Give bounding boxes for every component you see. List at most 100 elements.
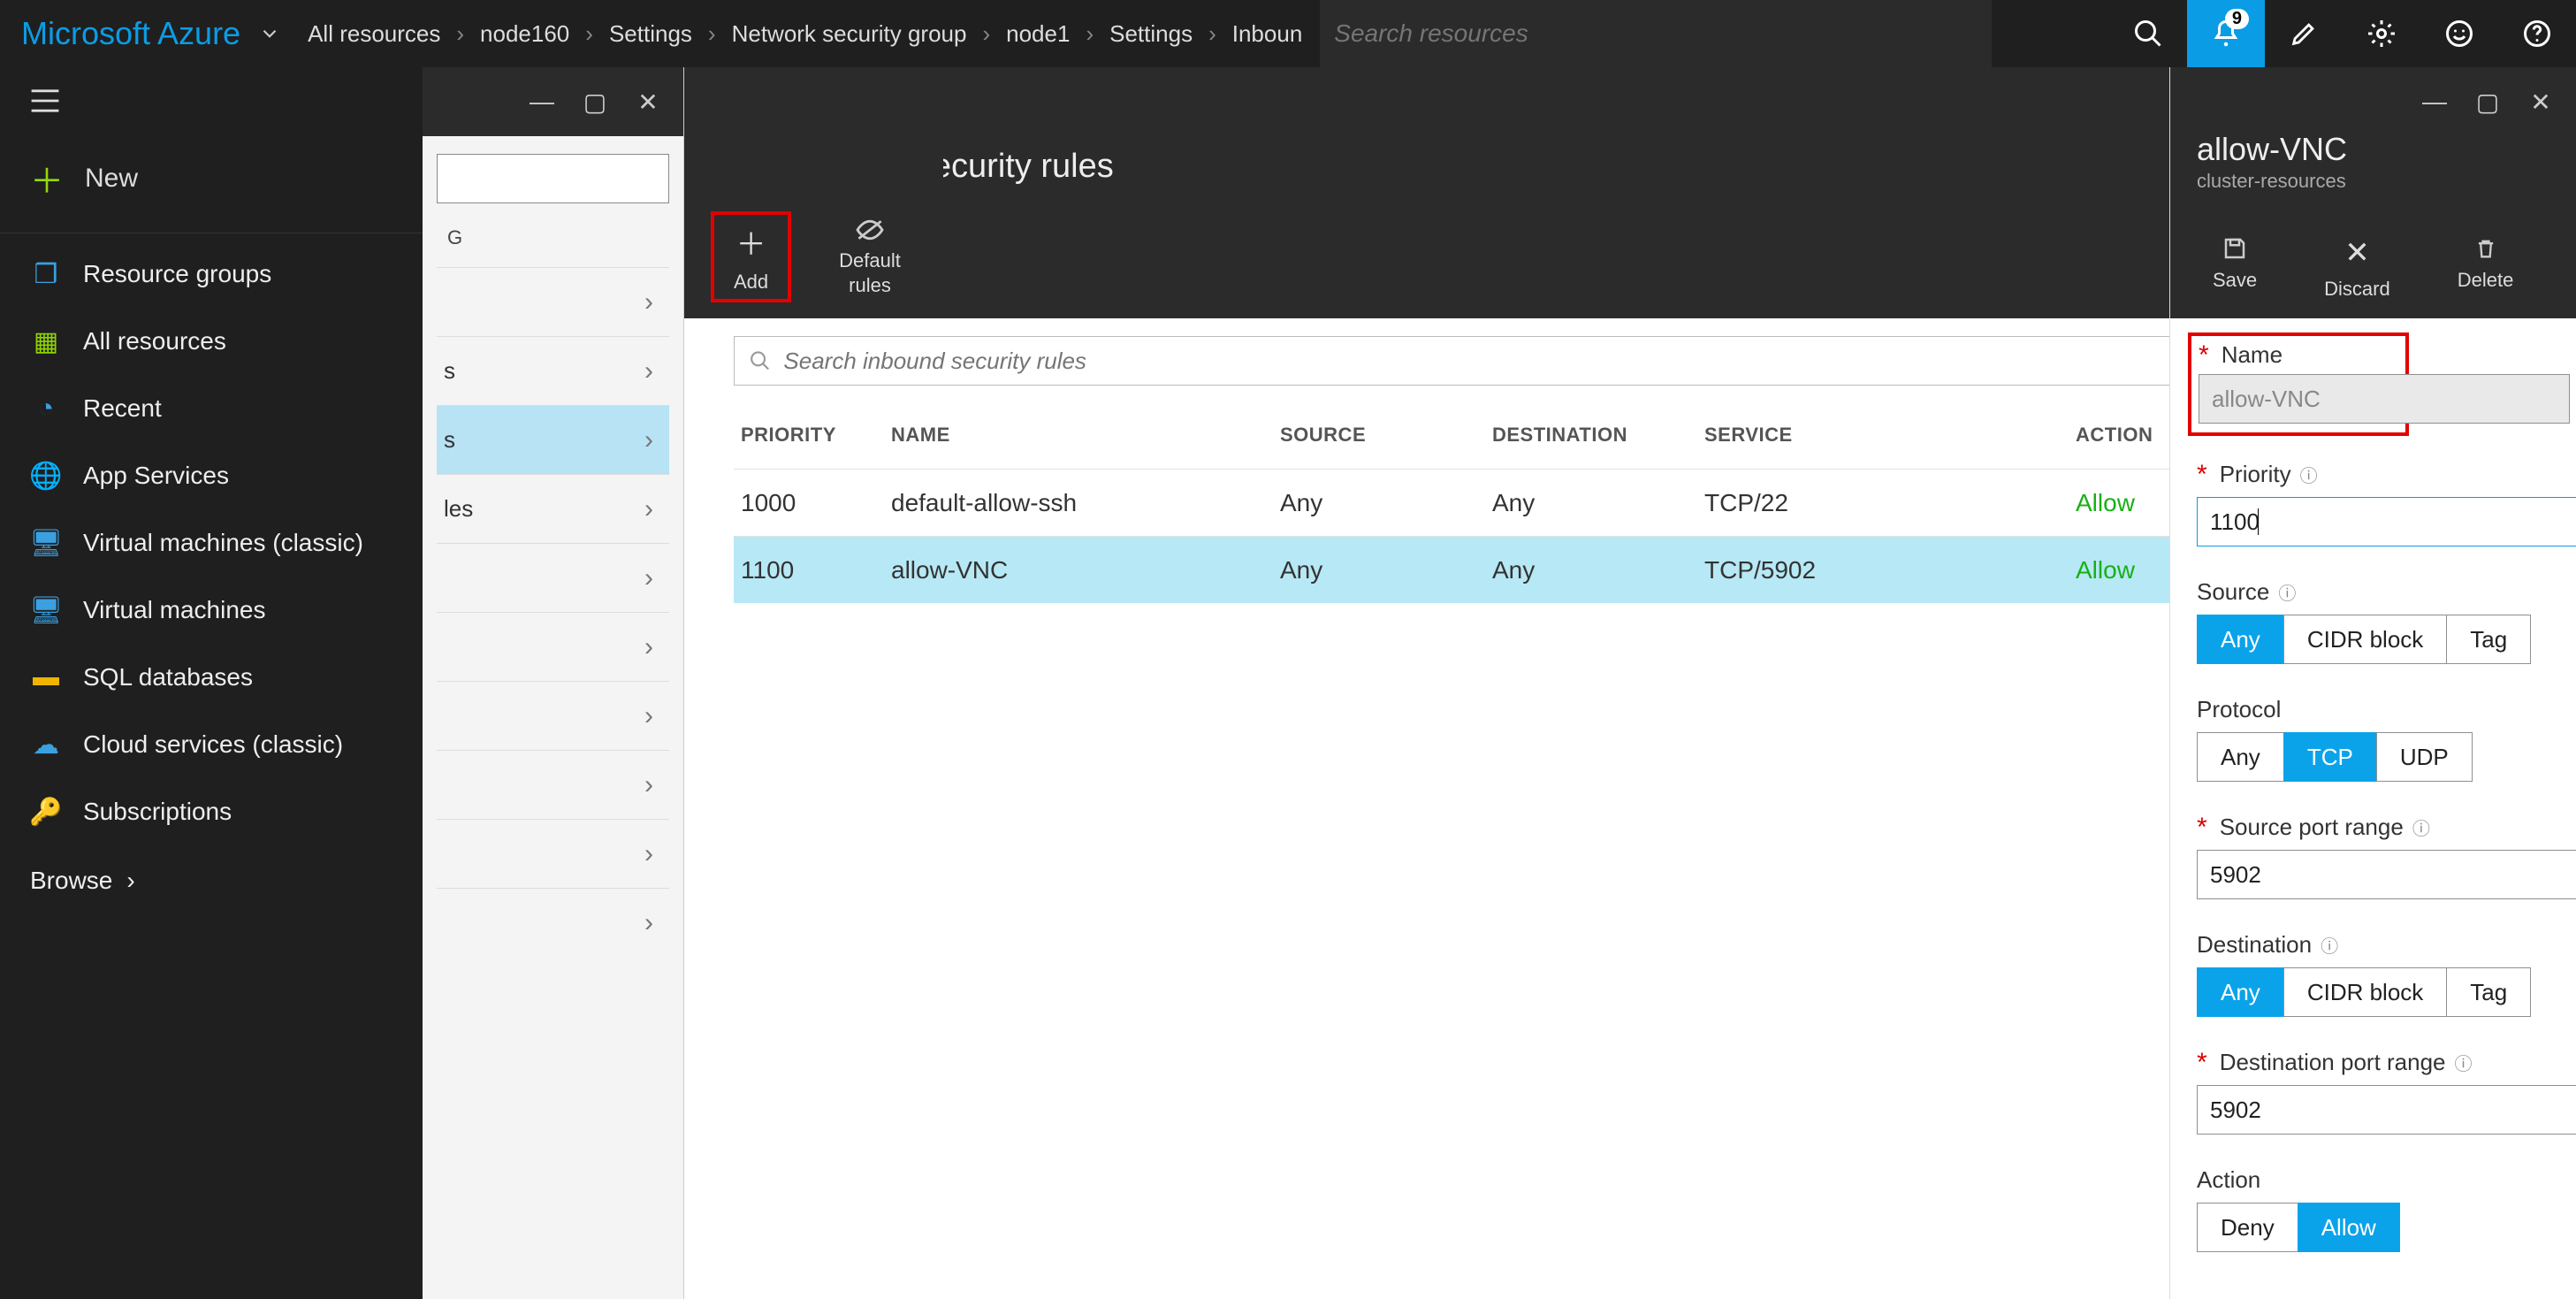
table-row-selected[interactable]: 1100 allow-VNC Any Any TCP/5902 Allow ··…	[734, 536, 2275, 603]
sidebar-item-sql[interactable]: ▬SQL databases	[0, 644, 423, 711]
chevron-right-icon: ›	[644, 770, 653, 800]
notifications-icon[interactable]: 9	[2187, 0, 2265, 67]
global-search[interactable]	[1320, 0, 1992, 67]
sidebar-item-app-services[interactable]: 🌐App Services	[0, 442, 423, 509]
sidebar-item-resource-groups[interactable]: ❒Resource groups	[0, 241, 423, 308]
name-input[interactable]: allow-VNC	[2199, 374, 2570, 424]
brand-label[interactable]: Microsoft Azure	[0, 15, 258, 52]
cell-source: Any	[1280, 556, 1492, 585]
info-icon[interactable]: ⓘ	[2300, 462, 2318, 487]
close-icon[interactable]: ✕	[627, 80, 669, 123]
breadcrumb-item[interactable]: Settings	[609, 20, 692, 48]
col-source[interactable]: SOURCE	[1280, 424, 1492, 447]
destination-option-cidr[interactable]: CIDR block	[2283, 967, 2447, 1017]
save-button[interactable]: Save	[2197, 230, 2273, 306]
blade-header: — ▢ ✕ allow-VNC cluster-resources Save ✕…	[2170, 67, 2576, 318]
sidebar-item-vm[interactable]: 🖥Virtual machines	[0, 577, 423, 644]
list-item[interactable]: ›	[437, 612, 669, 681]
rules-search-input[interactable]	[783, 348, 2260, 375]
discard-button[interactable]: ✕Discard	[2308, 230, 2406, 306]
feedback-icon[interactable]	[2420, 0, 2498, 67]
destination-option-any[interactable]: Any	[2197, 967, 2284, 1017]
search-icon[interactable]	[2109, 0, 2187, 67]
settings-list: › s› s› les› › › › › › ›	[437, 267, 669, 957]
settings-blade-partial: — ▢ ✕ G › s› s› les› › › › › › ›	[423, 67, 684, 1299]
info-icon[interactable]: ⓘ	[2412, 814, 2430, 840]
destination-segmented: Any CIDR block Tag	[2197, 967, 2576, 1017]
sidebar-item-recent[interactable]: ◔Recent	[0, 375, 423, 442]
info-icon[interactable]: ⓘ	[2455, 1050, 2473, 1075]
add-button[interactable]: ＋ Add	[711, 211, 791, 302]
breadcrumb-item[interactable]: Inboun	[1232, 20, 1303, 48]
info-icon[interactable]: ⓘ	[2321, 932, 2338, 958]
list-item[interactable]: ›	[437, 750, 669, 819]
cell-priority: 1100	[741, 556, 891, 585]
nav-label: All resources	[83, 327, 226, 355]
gear-icon[interactable]	[2343, 0, 2420, 67]
nav-label: Virtual machines	[83, 596, 265, 624]
breadcrumb-item[interactable]: node1	[1006, 20, 1070, 48]
list-item[interactable]: ›	[437, 681, 669, 750]
col-priority[interactable]: PRIORITY	[741, 424, 891, 447]
sidebar-item-subscriptions[interactable]: 🔑Subscriptions	[0, 778, 423, 845]
list-item[interactable]: les›	[437, 474, 669, 543]
default-rules-label2: rules	[849, 274, 891, 297]
source-option-tag[interactable]: Tag	[2446, 615, 2531, 664]
list-item[interactable]: ›	[437, 267, 669, 336]
sidebar-item-vm-classic[interactable]: 🖥Virtual machines (classic)	[0, 509, 423, 577]
action-option-allow[interactable]: Allow	[2298, 1203, 2400, 1252]
browse-button[interactable]: Browse ›	[0, 845, 423, 916]
new-button[interactable]: ＋ New	[0, 134, 423, 233]
list-item[interactable]: s›	[437, 336, 669, 405]
table-row[interactable]: 1000 default-allow-ssh Any Any TCP/22 Al…	[734, 469, 2275, 536]
settings-search-input[interactable]	[437, 154, 669, 203]
src-port-input[interactable]: 5902	[2197, 850, 2576, 899]
key-icon: 🔑	[30, 796, 62, 828]
help-icon[interactable]	[2498, 0, 2576, 67]
minimize-icon[interactable]: —	[521, 80, 563, 123]
minimize-icon[interactable]: —	[2413, 80, 2456, 123]
source-option-any[interactable]: Any	[2197, 615, 2284, 664]
hamburger-icon[interactable]	[0, 67, 423, 134]
breadcrumb-item[interactable]: Network security group	[732, 20, 967, 48]
close-icon[interactable]: ✕	[2519, 80, 2562, 123]
info-icon[interactable]: ⓘ	[2278, 579, 2296, 605]
brand-chevron-icon[interactable]	[258, 22, 308, 45]
cell-source: Any	[1280, 489, 1492, 517]
destination-option-tag[interactable]: Tag	[2446, 967, 2531, 1017]
cube-icon: ❒	[30, 258, 62, 290]
chevron-right-icon: ›	[644, 425, 653, 455]
breadcrumb: All resources› node160› Settings› Networ…	[308, 20, 1302, 48]
breadcrumb-item[interactable]: Settings	[1109, 20, 1193, 48]
list-item[interactable]: ›	[437, 543, 669, 612]
dst-port-input[interactable]: 5902	[2197, 1085, 2576, 1135]
blade-window-controls: — ▢ ✕	[2170, 67, 2576, 136]
sidebar-item-cloud-services[interactable]: ☁Cloud services (classic)	[0, 711, 423, 778]
grid-icon: ▦	[30, 325, 62, 357]
maximize-icon[interactable]: ▢	[2466, 80, 2509, 123]
protocol-option-udp[interactable]: UDP	[2376, 732, 2473, 782]
source-option-cidr[interactable]: CIDR block	[2283, 615, 2447, 664]
breadcrumb-item[interactable]: All resources	[308, 20, 440, 48]
list-item-selected[interactable]: s›	[437, 405, 669, 474]
protocol-option-tcp[interactable]: TCP	[2283, 732, 2377, 782]
protocol-option-any[interactable]: Any	[2197, 732, 2284, 782]
col-destination[interactable]: DESTINATION	[1492, 424, 1704, 447]
rules-search[interactable]	[734, 336, 2275, 386]
rule-detail-blade: — ▢ ✕ allow-VNC cluster-resources Save ✕…	[2169, 67, 2576, 1299]
list-item[interactable]: ›	[437, 888, 669, 957]
priority-input[interactable]: 1100	[2197, 497, 2576, 546]
default-rules-button[interactable]: Default rules	[823, 212, 917, 302]
edit-icon[interactable]	[2265, 0, 2343, 67]
maximize-icon[interactable]: ▢	[574, 80, 616, 123]
top-bar: Microsoft Azure All resources› node160› …	[0, 0, 2576, 67]
col-name[interactable]: NAME	[891, 424, 1280, 447]
breadcrumb-item[interactable]: node160	[480, 20, 569, 48]
delete-button[interactable]: Delete	[2442, 230, 2530, 306]
action-option-deny[interactable]: Deny	[2197, 1203, 2298, 1252]
col-service[interactable]: SERVICE	[1704, 424, 2076, 447]
chevron-right-icon: ›	[708, 20, 716, 48]
list-item[interactable]: ›	[437, 819, 669, 888]
sidebar-item-all-resources[interactable]: ▦ All resources	[0, 308, 423, 375]
global-search-input[interactable]	[1334, 19, 1978, 48]
